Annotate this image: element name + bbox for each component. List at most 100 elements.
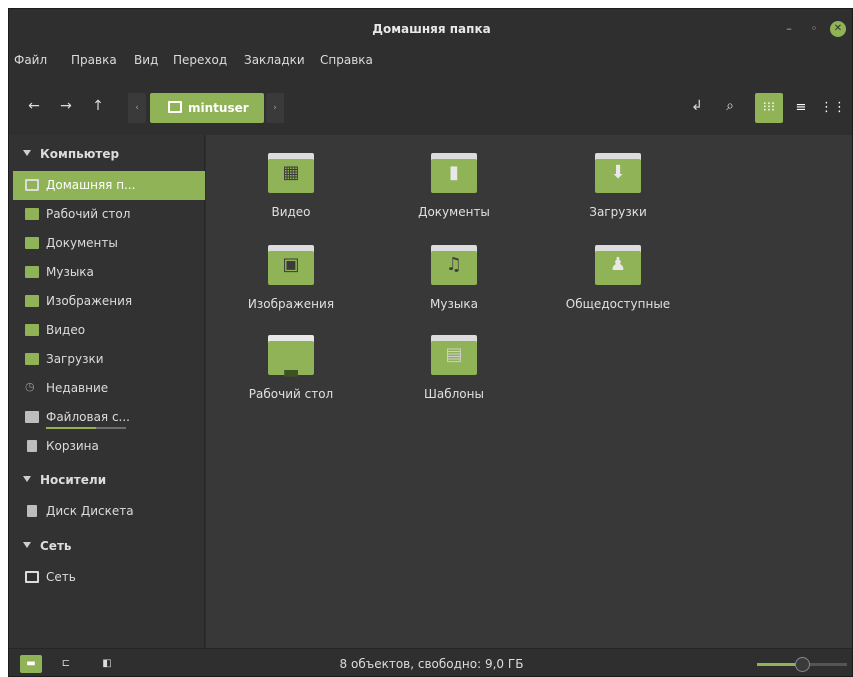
sidebar-item-network[interactable]: Сеть bbox=[13, 563, 205, 592]
music-folder-icon: ♫ bbox=[431, 245, 477, 285]
sidebar-item-documents[interactable]: Документы bbox=[13, 229, 205, 258]
back-arrow-icon[interactable]: ← bbox=[21, 93, 47, 119]
sidebar-item-home[interactable]: Домашняя п... bbox=[13, 171, 205, 200]
sidebar-item-downloads[interactable]: Загрузки bbox=[13, 345, 205, 374]
sidebar-item-music[interactable]: Музыка bbox=[13, 258, 205, 287]
sidebar-item-floppy[interactable]: Диск Дискета bbox=[13, 497, 205, 526]
file-item-desktop[interactable]: ▬ Рабочий стол bbox=[221, 335, 361, 421]
file-name: Рабочий стол bbox=[248, 387, 334, 401]
file-name: Шаблоны bbox=[424, 387, 484, 401]
file-item-templates[interactable]: ▤ Шаблоны bbox=[384, 335, 524, 421]
sidebar-item-label: Изображения bbox=[46, 294, 133, 308]
desktop-folder-icon: ▬ bbox=[268, 335, 314, 383]
sidebar-item-label: Сеть bbox=[46, 570, 76, 584]
zoom-handle[interactable] bbox=[795, 657, 810, 672]
zoom-slider[interactable] bbox=[757, 657, 847, 672]
video-folder-icon: ▦ bbox=[268, 153, 314, 193]
trash-icon bbox=[27, 440, 37, 452]
sidebar-item-label: Недавние bbox=[46, 381, 109, 395]
file-view[interactable]: ▦ Видео ▮ Документы ⬇ Загрузки ▣ Изображ… bbox=[206, 135, 852, 648]
sidebar-section-network[interactable]: Сеть bbox=[23, 539, 72, 553]
file-item-downloads[interactable]: ⬇ Загрузки bbox=[548, 153, 688, 239]
minimize-button[interactable]: – bbox=[781, 21, 797, 37]
file-item-documents[interactable]: ▮ Документы bbox=[384, 153, 524, 239]
sidebar-section-computer[interactable]: Компьютер bbox=[23, 147, 119, 161]
templates-folder-icon: ▤ bbox=[431, 335, 477, 375]
network-icon bbox=[25, 571, 39, 583]
status-text: 8 объектов, свободно: 9,0 ГБ bbox=[339, 657, 524, 671]
disk-usage-bar bbox=[46, 427, 126, 429]
expander-down-icon bbox=[23, 150, 31, 156]
file-item-public[interactable]: ♟ Общедоступные bbox=[548, 245, 688, 331]
path-left-chevron-icon[interactable]: ‹ bbox=[128, 93, 146, 123]
sidebar-item-trash[interactable]: Корзина bbox=[13, 432, 205, 461]
path-right-chevron-icon[interactable]: › bbox=[266, 93, 284, 123]
section-title: Сеть bbox=[40, 539, 72, 553]
documents-folder-icon: ▮ bbox=[431, 153, 477, 193]
sidebar-item-label: Видео bbox=[46, 323, 86, 337]
sidebar: Компьютер Домашняя п... Рабочий стол Док… bbox=[9, 135, 205, 648]
maximize-button[interactable]: ◦ bbox=[806, 21, 822, 37]
file-name: Общедоступные bbox=[565, 297, 671, 311]
icon-view-grid-icon[interactable]: ⁝⁝⁝ bbox=[755, 93, 783, 123]
downloads-folder-icon: ⬇ bbox=[595, 153, 641, 193]
sidebar-item-label: Домашняя п... bbox=[46, 178, 136, 192]
menu-file[interactable]: Файл bbox=[14, 53, 47, 67]
expander-down-icon bbox=[23, 542, 31, 548]
menu-bar: Файл Правка Вид Переход Закладки Справка bbox=[9, 53, 852, 73]
documents-folder-icon bbox=[25, 237, 39, 249]
toggle-location-entry-icon[interactable]: ↲ bbox=[684, 93, 710, 119]
list-view-icon[interactable]: ≡ bbox=[787, 93, 815, 123]
menu-go[interactable]: Переход bbox=[173, 53, 227, 67]
home-folder-icon bbox=[25, 179, 39, 191]
sidebar-item-label: Корзина bbox=[46, 439, 99, 453]
sidebar-item-video[interactable]: Видео bbox=[13, 316, 205, 345]
window-title: Домашняя папка bbox=[372, 22, 491, 36]
title-bar[interactable]: Домашняя папка – ◦ ✕ bbox=[9, 9, 852, 49]
file-item-pictures[interactable]: ▣ Изображения bbox=[221, 245, 361, 331]
section-title: Носители bbox=[40, 473, 107, 487]
sidebar-item-label: Диск Дискета bbox=[46, 504, 134, 518]
location-button[interactable]: mintuser bbox=[150, 93, 264, 123]
compact-view-icon[interactable]: ⋮⋮ bbox=[819, 93, 847, 123]
file-manager-window: Домашняя папка – ◦ ✕ Файл Правка Вид Пер… bbox=[8, 8, 853, 677]
menu-bookmarks[interactable]: Закладки bbox=[244, 53, 305, 67]
section-title: Компьютер bbox=[40, 147, 120, 161]
music-folder-icon bbox=[25, 266, 39, 278]
file-name: Видео bbox=[271, 205, 311, 219]
file-item-music[interactable]: ♫ Музыка bbox=[384, 245, 524, 331]
menu-edit[interactable]: Правка bbox=[71, 53, 117, 67]
home-folder-icon bbox=[168, 101, 182, 113]
search-icon[interactable]: ⌕ bbox=[717, 93, 743, 119]
file-item-video[interactable]: ▦ Видео bbox=[221, 153, 361, 239]
file-name: Загрузки bbox=[589, 205, 647, 219]
sidebar-item-desktop[interactable]: Рабочий стол bbox=[13, 200, 205, 229]
recent-icon: ◷ bbox=[25, 380, 35, 393]
menu-view[interactable]: Вид bbox=[134, 53, 158, 67]
toolbar: ← → ↑ ‹ mintuser › ↲ ⌕ ⁝⁝⁝ ≡ ⋮⋮ bbox=[9, 85, 852, 129]
expander-down-icon bbox=[23, 476, 31, 482]
public-folder-icon: ♟ bbox=[595, 245, 641, 285]
menu-help[interactable]: Справка bbox=[320, 53, 373, 67]
sidebar-item-label: Загрузки bbox=[46, 352, 104, 366]
sidebar-item-recent[interactable]: ◷ Недавние bbox=[13, 374, 205, 403]
floppy-icon bbox=[27, 505, 37, 517]
up-arrow-icon[interactable]: ↑ bbox=[85, 93, 111, 119]
status-bar: ▬ ⊏ ◧ 8 объектов, свободно: 9,0 ГБ bbox=[9, 648, 852, 676]
file-name: Документы bbox=[418, 205, 490, 219]
sidebar-item-label: Музыка bbox=[46, 265, 94, 279]
forward-arrow-icon[interactable]: → bbox=[53, 93, 79, 119]
sidebar-item-label: Файловая с... bbox=[46, 410, 130, 424]
pictures-folder-icon: ▣ bbox=[268, 245, 314, 285]
close-button[interactable]: ✕ bbox=[830, 21, 846, 37]
location-label: mintuser bbox=[188, 101, 249, 115]
sidebar-item-label: Рабочий стол bbox=[46, 207, 131, 221]
sidebar-section-devices[interactable]: Носители bbox=[23, 473, 106, 487]
video-folder-icon bbox=[25, 324, 39, 336]
desktop-folder-icon bbox=[25, 208, 39, 220]
sidebar-item-filesystem[interactable]: Файловая с... bbox=[13, 403, 205, 432]
sidebar-item-pictures[interactable]: Изображения bbox=[13, 287, 205, 316]
filesystem-icon bbox=[25, 411, 39, 423]
pictures-folder-icon bbox=[25, 295, 39, 307]
file-name: Музыка bbox=[430, 297, 478, 311]
